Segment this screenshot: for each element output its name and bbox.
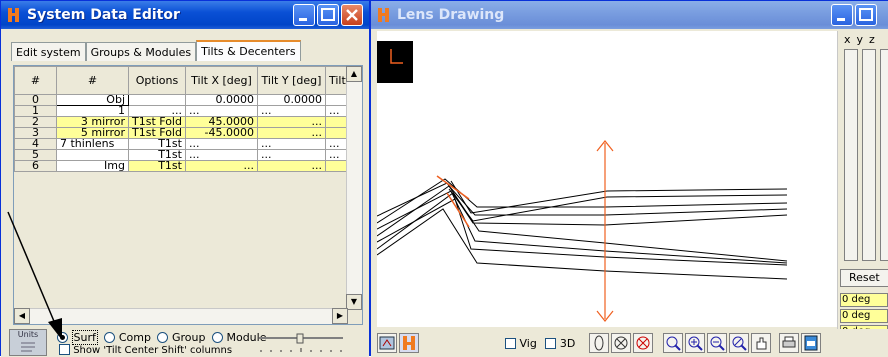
pan-button[interactable] — [751, 333, 771, 353]
scroll-down-button[interactable]: ▼ — [346, 294, 362, 310]
maximize-icon — [321, 8, 335, 21]
cell-options[interactable]: T1st — [128, 138, 186, 150]
zoom-reset-icon — [732, 336, 747, 351]
minimize-icon — [299, 18, 307, 21]
radio-group-label[interactable]: Group — [172, 331, 206, 344]
vig-checkbox[interactable] — [505, 338, 516, 349]
aperture-button[interactable] — [611, 333, 631, 353]
cell-tilt-y[interactable]: ... — [256, 138, 326, 150]
radio-group[interactable] — [157, 332, 169, 343]
lens-toolbar: Vig 3D — [371, 329, 888, 357]
lens-app-button[interactable] — [399, 333, 419, 353]
stop-button[interactable] — [633, 333, 653, 353]
cell-tilt-y[interactable]: ... — [256, 116, 326, 128]
minimize-icon — [837, 18, 845, 21]
zoom-window-button[interactable] — [663, 333, 683, 353]
zoom-window-icon — [666, 336, 681, 351]
pupil-icon — [594, 335, 604, 351]
minimize-button[interactable] — [831, 4, 853, 26]
cell-tilt-x[interactable]: 45.0000 — [184, 116, 258, 128]
vig-option: Vig 3D — [505, 337, 575, 350]
cell-tilt-y[interactable]: ... — [256, 149, 326, 161]
zoom-slider[interactable] — [257, 332, 347, 354]
lens-drawing-svg — [376, 41, 788, 322]
reset-label: Reset — [849, 271, 880, 284]
lens-drawing-canvas[interactable] — [376, 31, 837, 327]
cell-options[interactable]: ... — [128, 105, 186, 117]
thin-lens-element — [596, 140, 614, 322]
deg-field-x[interactable]: 0 deg — [840, 293, 888, 307]
dxf-file-icon — [804, 335, 818, 351]
minimize-button[interactable] — [293, 4, 315, 26]
cell-options[interactable]: T1st Fold — [128, 127, 186, 139]
lens-app-icon — [403, 336, 415, 350]
cell-tilt-x[interactable]: 0.0000 — [184, 94, 258, 106]
cell-tilt-x[interactable]: ... — [184, 105, 258, 117]
reset-button[interactable]: Reset — [840, 269, 888, 287]
col-header-tilt-x[interactable]: Tilt X [deg] — [184, 66, 258, 95]
zoom-out-icon — [710, 336, 725, 351]
aperture-icon — [614, 336, 628, 350]
app-icon — [378, 8, 389, 22]
hand-icon — [756, 337, 767, 350]
close-icon — [346, 9, 358, 21]
radio-module[interactable] — [211, 332, 223, 343]
axis-label-x: x — [844, 33, 857, 46]
zoom-reset-button[interactable] — [729, 333, 749, 353]
cell-tilt-x[interactable]: ... — [184, 138, 258, 150]
print-button[interactable] — [779, 333, 799, 353]
close-button[interactable] — [341, 4, 363, 26]
cell-options[interactable] — [128, 94, 186, 106]
cell-options[interactable]: T1st Fold — [128, 116, 186, 128]
printer-icon — [782, 336, 796, 348]
window-title: Lens Drawing — [397, 7, 505, 23]
rotation-slider-x[interactable] — [844, 49, 858, 261]
cell-tilt-x[interactable]: ... — [184, 160, 258, 172]
axis-label-z: z — [869, 33, 881, 46]
cell-tilt-x[interactable]: -45.0000 — [184, 127, 258, 139]
axis-labels: xyz — [844, 33, 881, 46]
pupil-button[interactable] — [589, 333, 609, 353]
cell-tilt-x[interactable]: ... — [184, 149, 258, 161]
annotation-arrow — [7, 211, 62, 340]
cell-options[interactable]: T1st — [128, 149, 186, 161]
rotation-slider-y[interactable] — [862, 49, 876, 261]
view-icon — [379, 336, 395, 350]
zoom-out-button[interactable] — [707, 333, 727, 353]
vig-label[interactable]: Vig — [520, 337, 537, 350]
radio-comp-label[interactable]: Comp — [119, 331, 151, 344]
maximize-button[interactable] — [317, 4, 339, 26]
zoom-in-button[interactable] — [685, 333, 705, 353]
rotation-slider-z[interactable] — [880, 49, 888, 261]
scroll-right-button[interactable]: ▶ — [332, 308, 348, 324]
view-orientation-thumbnail[interactable] — [377, 41, 413, 83]
threed-checkbox[interactable] — [545, 338, 557, 349]
deg-field-y[interactable]: 0 deg — [840, 309, 888, 323]
threed-label[interactable]: 3D — [560, 337, 575, 350]
stop-icon — [636, 336, 650, 350]
col-header-tilt-y[interactable]: Tilt Y [deg] — [256, 66, 326, 95]
view-button[interactable] — [377, 333, 397, 353]
maximize-button[interactable] — [855, 4, 877, 26]
lens-drawing-window: Lens Drawing xyz Reset 0 deg 0 deg Vig 3… — [370, 0, 888, 357]
cell-tilt-y[interactable]: ... — [256, 127, 326, 139]
axis-label-y: y — [856, 33, 870, 46]
titlebar[interactable]: Lens Drawing — [371, 1, 888, 29]
dxf-export-button[interactable] — [801, 333, 821, 353]
cell-tilt-y[interactable]: ... — [256, 105, 326, 117]
scroll-up-button[interactable]: ▲ — [346, 66, 362, 82]
ray-bundle — [376, 178, 788, 280]
view-rotation-panel: xyz Reset 0 deg 0 deg 0 deg — [837, 31, 888, 357]
maximize-icon — [859, 8, 873, 21]
cell-tilt-y[interactable]: 0.0000 — [256, 94, 326, 106]
tab-tilts-decenters[interactable]: Tilts & Decenters — [196, 40, 301, 61]
vertical-scrollbar[interactable]: ▲ ▼ — [346, 66, 362, 310]
zoom-in-icon — [688, 336, 703, 351]
cell-options[interactable]: T1st — [128, 160, 186, 172]
cell-tilt-y[interactable]: ... — [256, 160, 326, 172]
col-header-options[interactable]: Options — [128, 66, 186, 95]
